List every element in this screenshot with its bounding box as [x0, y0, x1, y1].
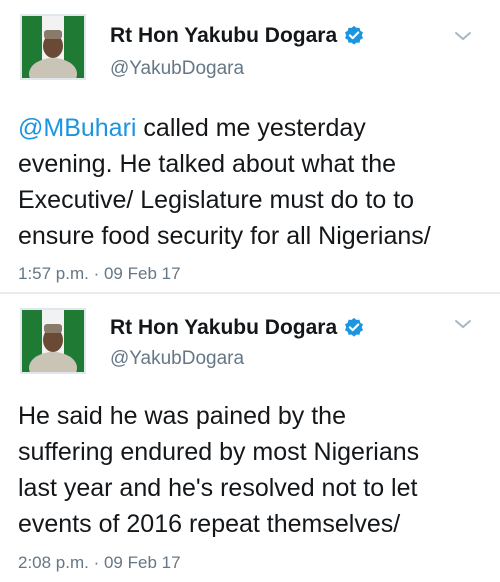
- author-row: Rt Hon Yakubu Dogara: [110, 316, 365, 340]
- tweet-timestamp[interactable]: 2:08 p.m. · 09 Feb 17: [18, 553, 181, 573]
- avatar[interactable]: [20, 14, 86, 80]
- author-row: Rt Hon Yakubu Dogara: [110, 24, 365, 48]
- user-handle[interactable]: @YakubDogara: [110, 58, 244, 80]
- tweet-text: He said he was pained by the suffering e…: [18, 402, 420, 538]
- tweet-text: @MBuhari called me yesterday evening. He…: [18, 110, 488, 254]
- tweet-card[interactable]: Rt Hon Yakubu Dogara @YakubDogara @MBuha…: [0, 0, 500, 292]
- avatar-image: [22, 310, 84, 372]
- avatar-image: [22, 16, 84, 78]
- divider: [0, 292, 500, 294]
- user-handle[interactable]: @YakubDogara: [110, 348, 244, 370]
- display-name[interactable]: Rt Hon Yakubu Dogara: [110, 316, 337, 340]
- verified-badge-icon: [345, 317, 364, 337]
- avatar[interactable]: [20, 308, 86, 374]
- tweet-timestamp[interactable]: 1:57 p.m. · 09 Feb 17: [18, 264, 181, 284]
- verified-badge-icon: [345, 25, 364, 45]
- display-name[interactable]: Rt Hon Yakubu Dogara: [110, 24, 337, 48]
- chevron-down-icon[interactable]: [454, 318, 472, 330]
- chevron-down-icon[interactable]: [454, 30, 472, 42]
- mention-link[interactable]: @MBuhari: [18, 114, 136, 142]
